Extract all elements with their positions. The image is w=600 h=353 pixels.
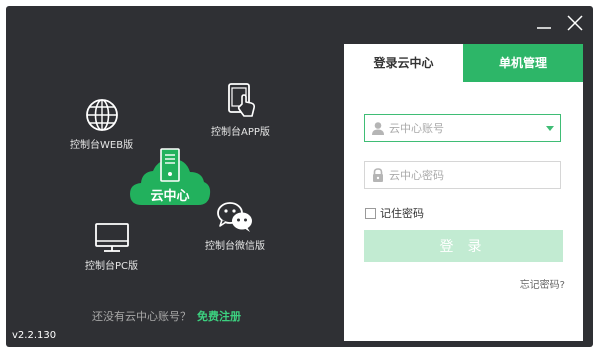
forgot-password-link[interactable]: 忘记密码? [520,276,565,291]
remember-checkbox[interactable] [365,207,376,219]
password-input[interactable] [389,162,539,188]
close-button[interactable] [564,12,586,34]
register-link[interactable]: 免费注册 [197,310,241,323]
monitor-icon [94,223,129,252]
feature-web-label: 控制台WEB版 [70,140,134,151]
password-field[interactable] [364,161,561,189]
remember-label: 记住密码 [380,207,424,220]
tab-login-cloud[interactable]: 登录云中心 [344,44,463,82]
feature-wechat-label: 控制台微信版 [205,241,265,252]
register-prompt: 还没有云中心账号？ 免费注册 [92,308,241,324]
wechat-icon [217,202,252,232]
chevron-down-icon[interactable] [546,126,554,131]
close-icon [567,15,583,31]
cloud-center: 云中心 [128,147,212,207]
feature-wechat: 控制台微信版 [205,200,265,252]
feature-pc-label: 控制台PC版 [85,261,139,272]
feature-app: 控制台APP版 [211,82,270,138]
remember-password[interactable]: 记住密码 [365,205,424,221]
version-label: v2.2.130 [12,330,57,341]
user-icon [372,122,384,135]
lock-icon [373,168,383,182]
globe-icon [85,99,118,131]
feature-web: 控制台WEB版 [70,97,133,151]
minimize-icon [537,27,551,29]
register-prompt-text: 还没有云中心账号？ [92,310,191,323]
tablet-touch-icon [228,83,256,117]
tab-standalone-manage[interactable]: 单机管理 [463,44,583,82]
account-input[interactable] [389,115,539,141]
login-button[interactable]: 登录 [364,230,563,262]
feature-pc: 控制台PC版 [85,222,138,272]
login-panel: 登录云中心 单机管理 记住密码 登录 忘记密码? [344,44,583,341]
cloud-center-label: 云中心 [150,189,190,204]
app-window: 控制台WEB版 控制台APP版 云中心 控制台微信版 控制台PC版 还没有云中心… [6,6,593,347]
minimize-button[interactable] [533,12,555,34]
feature-app-label: 控制台APP版 [211,127,270,138]
account-field[interactable] [364,114,561,142]
